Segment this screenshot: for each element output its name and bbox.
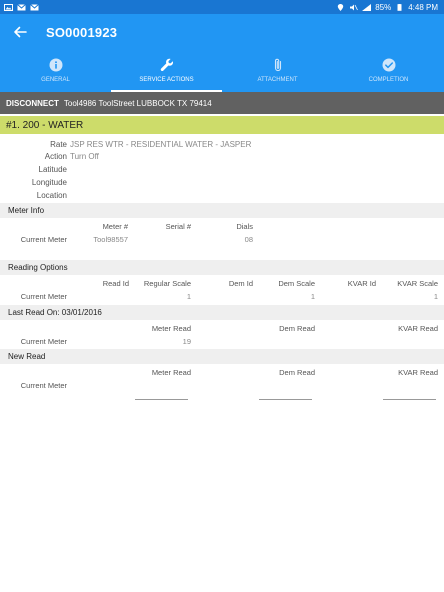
service-header-title: #1. 200 - WATER	[6, 119, 84, 131]
email-notification-icon	[17, 3, 26, 11]
tab-service-actions[interactable]: SERVICE ACTIONS	[111, 50, 222, 92]
dem-scale-header: Dem Scale	[278, 279, 315, 288]
action-label: Action	[44, 152, 67, 161]
disconnect-bar: DISCONNECT Tool4986 ToolStreet LUBBOCK T…	[0, 92, 444, 114]
action-value: Turn Off	[70, 152, 99, 161]
meter-info-header: Meter Info	[0, 203, 444, 218]
meter-number-header: Meter #	[102, 222, 128, 231]
last-meter-read-value: 19	[182, 337, 191, 346]
tab-general[interactable]: GENERAL	[0, 50, 111, 92]
location-row: Location	[0, 191, 444, 203]
rate-label: Rate	[50, 140, 67, 149]
app-bar: SO0001923	[0, 14, 444, 50]
email-notification-icon-2	[30, 3, 39, 11]
tab-attachment-label: ATTACHMENT	[257, 77, 298, 83]
location-icon	[336, 3, 345, 11]
tab-bar: GENERAL SERVICE ACTIONS ATTACHMENT COMPL…	[0, 50, 444, 92]
reading-options-row-label: Current Meter	[20, 292, 67, 301]
rate-row: Rate JSP RES WTR - RESIDENTIAL WATER - J…	[0, 140, 444, 152]
tab-completion-label: COMPLETION	[368, 77, 409, 83]
page-title: SO0001923	[46, 24, 118, 40]
longitude-label: Longitude	[31, 178, 67, 187]
dials-value: 08	[244, 235, 253, 244]
last-dem-read-header: Dem Read	[279, 324, 315, 333]
image-notification-icon	[4, 3, 13, 11]
meter-info-title: Meter Info	[8, 206, 45, 215]
tab-general-label: GENERAL	[41, 77, 70, 83]
regular-scale-header: Regular Scale	[143, 279, 191, 288]
new-meter-read-header: Meter Read	[151, 368, 191, 377]
new-kvar-read-input[interactable]	[383, 399, 436, 400]
disconnect-label: DISCONNECT	[6, 98, 59, 108]
reading-options-header: Reading Options	[0, 260, 444, 275]
location-label: Location	[36, 191, 67, 200]
latitude-row: Latitude	[0, 165, 444, 177]
meter-number-value: Tool98557	[93, 235, 128, 244]
dem-id-header: Dem Id	[228, 279, 253, 288]
back-arrow-icon[interactable]	[12, 24, 28, 40]
info-icon	[49, 58, 63, 72]
last-meter-read-header: Meter Read	[151, 324, 191, 333]
action-row: Action Turn Off	[0, 152, 444, 164]
kvar-scale-header: KVAR Scale	[397, 279, 438, 288]
clock: 4:48 PM	[408, 2, 438, 12]
mute-icon	[349, 4, 359, 11]
check-circle-icon	[382, 58, 396, 72]
latitude-label: Latitude	[38, 165, 67, 174]
signal-icon	[362, 3, 372, 11]
new-dem-read-header: Dem Read	[279, 368, 315, 377]
last-kvar-read-header: KVAR Read	[398, 324, 438, 333]
reading-options-title: Reading Options	[8, 263, 68, 272]
kvar-scale-value: 1	[433, 292, 438, 301]
battery-icon	[395, 3, 404, 11]
tab-completion[interactable]: COMPLETION	[333, 50, 444, 92]
dem-scale-value: 1	[310, 292, 315, 301]
longitude-row: Longitude	[0, 178, 444, 190]
dials-header: Dials	[236, 222, 253, 231]
read-id-header: Read Id	[102, 279, 129, 288]
regular-scale-value: 1	[186, 292, 191, 301]
paperclip-icon	[271, 58, 285, 72]
last-read-header: Last Read On: 03/01/2016	[0, 305, 444, 320]
kvar-id-header: KVAR Id	[347, 279, 376, 288]
new-meter-read-input[interactable]	[135, 399, 188, 400]
battery-percent: 85%	[375, 2, 392, 12]
wrench-icon	[160, 58, 174, 72]
new-kvar-read-header: KVAR Read	[398, 368, 438, 377]
service-address: Tool4986 ToolStreet LUBBOCK TX 79414	[63, 98, 212, 108]
tab-attachment[interactable]: ATTACHMENT	[222, 50, 333, 92]
last-read-title: Last Read On: 03/01/2016	[8, 308, 102, 317]
serial-number-header: Serial #	[165, 222, 191, 231]
last-read-row-label: Current Meter	[20, 337, 67, 346]
new-read-header: New Read	[0, 349, 444, 364]
tab-service-actions-label: SERVICE ACTIONS	[139, 77, 194, 83]
service-header: #1. 200 - WATER	[0, 116, 444, 134]
new-read-row-label: Current Meter	[20, 381, 67, 390]
new-dem-read-input[interactable]	[259, 399, 312, 400]
rate-value: JSP RES WTR - RESIDENTIAL WATER - JASPER	[70, 140, 252, 149]
meter-info-row-label: Current Meter	[20, 235, 67, 244]
status-bar: 85% 4:48 PM	[0, 0, 444, 14]
new-read-title: New Read	[8, 352, 46, 361]
